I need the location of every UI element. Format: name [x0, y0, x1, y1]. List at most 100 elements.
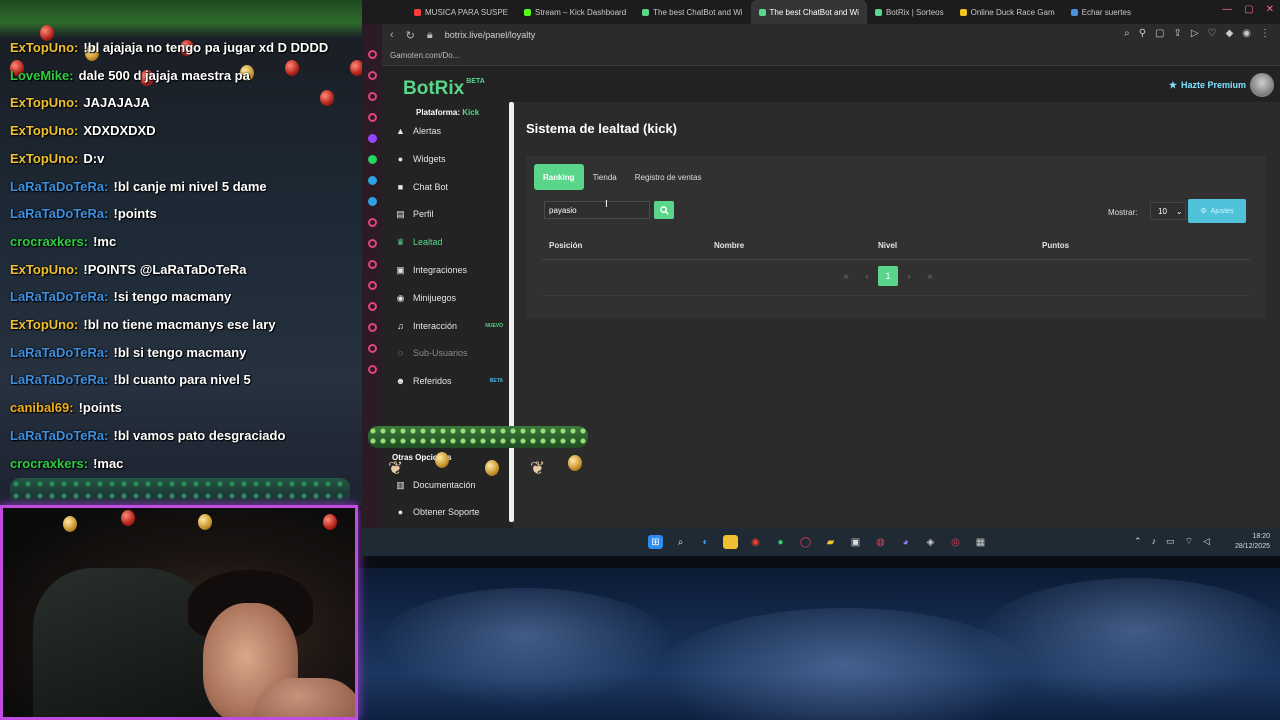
store-icon[interactable]: ▣: [848, 535, 863, 549]
chat-text: !POINTS @LaRaTaDoTeRa: [83, 261, 247, 277]
browser-tab[interactable]: The best ChatBot and Wi: [750, 0, 867, 24]
per-page-select[interactable]: 10 ⌄: [1150, 202, 1186, 220]
maximize-icon[interactable]: ▢: [1244, 4, 1253, 15]
premium-button[interactable]: ★ Hazte Premium: [1169, 80, 1246, 91]
tab-title: Echar suertes: [1081, 7, 1131, 17]
browser-tab[interactable]: Online Duck Race Gam: [952, 0, 1063, 24]
app-icon[interactable]: [367, 260, 377, 269]
back-icon[interactable]: ‹: [390, 29, 394, 42]
sidebar-item-interacci-n[interactable]: ♫ Interacción NUEVO: [395, 316, 513, 336]
profile-icon[interactable]: ◉: [1242, 28, 1251, 39]
col-nombre[interactable]: Nombre: [714, 241, 744, 250]
browser-tab[interactable]: Stream – Kick Dashboard: [516, 0, 634, 24]
folder-icon[interactable]: ▰: [823, 535, 838, 549]
heart-icon[interactable]: ♡: [1208, 28, 1217, 39]
app-icon[interactable]: [367, 92, 377, 101]
whatsapp-icon[interactable]: ●: [773, 535, 788, 549]
bookmark-item[interactable]: Gamoten.com/Do...: [390, 51, 459, 60]
discord-icon[interactable]: ◕: [898, 535, 913, 549]
opera-icon[interactable]: ◯: [798, 535, 813, 549]
christmas-garland: [368, 426, 588, 448]
share-icon[interactable]: ⇪: [1174, 28, 1182, 39]
volume-icon[interactable]: ◁: [1203, 536, 1210, 547]
browser-tab[interactable]: MUSICA PARA SUSPE: [406, 0, 516, 24]
sidebar-item-minijuegos[interactable]: ◉ Minijuegos: [395, 288, 513, 308]
col-puntos[interactable]: Puntos: [1042, 241, 1069, 250]
sidebar-item-perfil[interactable]: ▤ Perfil: [395, 204, 513, 224]
reload-icon[interactable]: ↻: [406, 29, 415, 42]
app-icon[interactable]: [367, 239, 377, 248]
sidebar-item-referidos[interactable]: ☻ Referidos BETA: [395, 371, 513, 391]
app-icon[interactable]: [367, 323, 377, 332]
tab-favicon-icon: [758, 8, 766, 16]
pin-icon[interactable]: ⚲: [1139, 28, 1146, 39]
loyalty-card: Ranking Tienda Registro de ventas I Most…: [526, 156, 1266, 318]
platform-value: Kick: [462, 108, 480, 117]
chrome-icon[interactable]: ◉: [748, 535, 763, 549]
avatar[interactable]: [1250, 73, 1274, 97]
app-icon[interactable]: ◎: [948, 535, 963, 549]
botrix-logo[interactable]: BotRix BETA: [403, 78, 485, 100]
close-icon[interactable]: ✕: [1266, 4, 1274, 15]
search-input[interactable]: [544, 201, 650, 219]
app-icon[interactable]: ◈: [923, 535, 938, 549]
app-icon[interactable]: [367, 281, 377, 290]
app-icon[interactable]: [367, 113, 377, 122]
notes-icon[interactable]: [723, 535, 738, 549]
sidebar-item-integraciones[interactable]: ▣ Integraciones: [395, 260, 513, 280]
zoom-icon[interactable]: ⌕: [1124, 28, 1130, 39]
next-page-button[interactable]: ›: [899, 266, 919, 286]
screenshot-icon[interactable]: ▢: [1155, 28, 1164, 39]
clock[interactable]: 18:20 28/12/2025: [1235, 532, 1270, 552]
app-icon[interactable]: [367, 365, 377, 374]
extension-icon[interactable]: ◆: [1226, 28, 1234, 39]
app-icon[interactable]: [367, 344, 377, 353]
keyboard-icon[interactable]: ▭: [1166, 536, 1175, 547]
app-icon[interactable]: [367, 50, 377, 59]
last-page-button[interactable]: »: [920, 266, 940, 286]
sidebar-extra-item[interactable]: ▥ Documentación: [395, 475, 513, 495]
whatsapp-icon[interactable]: [367, 155, 377, 164]
browser-tab[interactable]: BotRix | Sorteos: [867, 0, 952, 24]
menu-icon[interactable]: ⋮: [1260, 28, 1270, 39]
tab-ranking[interactable]: Ranking: [534, 164, 584, 190]
col-posicion[interactable]: Posición: [549, 241, 582, 250]
play-icon[interactable]: ▷: [1191, 28, 1199, 39]
twitch-icon[interactable]: [367, 134, 377, 143]
calculator-icon[interactable]: ▦: [973, 535, 988, 549]
minimize-icon[interactable]: —: [1222, 4, 1232, 15]
col-nivel[interactable]: Nivel: [878, 241, 897, 250]
sidebar-item-widgets[interactable]: ● Widgets: [395, 149, 513, 169]
link-icon: ▣: [396, 264, 405, 275]
sidebar-extra-item[interactable]: ● Obtener Soporte: [395, 502, 513, 522]
app-icon[interactable]: ◍: [873, 535, 888, 549]
tab-registro-ventas[interactable]: Registro de ventas: [626, 164, 711, 190]
app-icon[interactable]: [367, 197, 377, 206]
bookmarks-bar: Gamoten.com/Do...: [362, 46, 1280, 66]
first-page-button[interactable]: «: [836, 266, 856, 286]
sidebar-item-alertas[interactable]: ▲ Alertas: [395, 121, 513, 141]
search-button[interactable]: [654, 201, 674, 219]
telegram-icon[interactable]: [367, 176, 377, 185]
sidebar-item-lealtad[interactable]: ♛ Lealtad: [395, 232, 513, 252]
search-icon[interactable]: ⌕: [673, 535, 688, 549]
start-icon[interactable]: ⊞: [648, 535, 663, 549]
sidebar-item-sub-usuarios[interactable]: ◌ Sub-Usuarios: [395, 343, 513, 363]
page-1-button[interactable]: 1: [878, 266, 898, 286]
sidebar-item-label: Alertas: [413, 126, 442, 136]
app-icon[interactable]: [367, 71, 377, 80]
sidebar-item-label: Minijuegos: [413, 293, 457, 303]
settings-button[interactable]: ⚙ Ajustes: [1188, 199, 1246, 223]
prev-page-button[interactable]: ‹: [857, 266, 877, 286]
chevron-up-icon[interactable]: ⌃: [1134, 536, 1142, 547]
tab-tienda[interactable]: Tienda: [584, 164, 626, 190]
mic-icon[interactable]: ♪: [1152, 536, 1157, 547]
url-field[interactable]: botrix.live/panel/loyalty: [445, 30, 536, 40]
edge-icon[interactable]: ◐: [698, 535, 713, 549]
browser-tab[interactable]: The best ChatBot and Wi: [634, 0, 750, 24]
app-icon[interactable]: [367, 218, 377, 227]
browser-tab[interactable]: Echar suertes: [1063, 0, 1139, 24]
wifi-icon[interactable]: ⌔: [1185, 536, 1193, 547]
app-icon[interactable]: [367, 302, 377, 311]
sidebar-item-chat-bot[interactable]: ■ Chat Bot: [395, 177, 513, 197]
